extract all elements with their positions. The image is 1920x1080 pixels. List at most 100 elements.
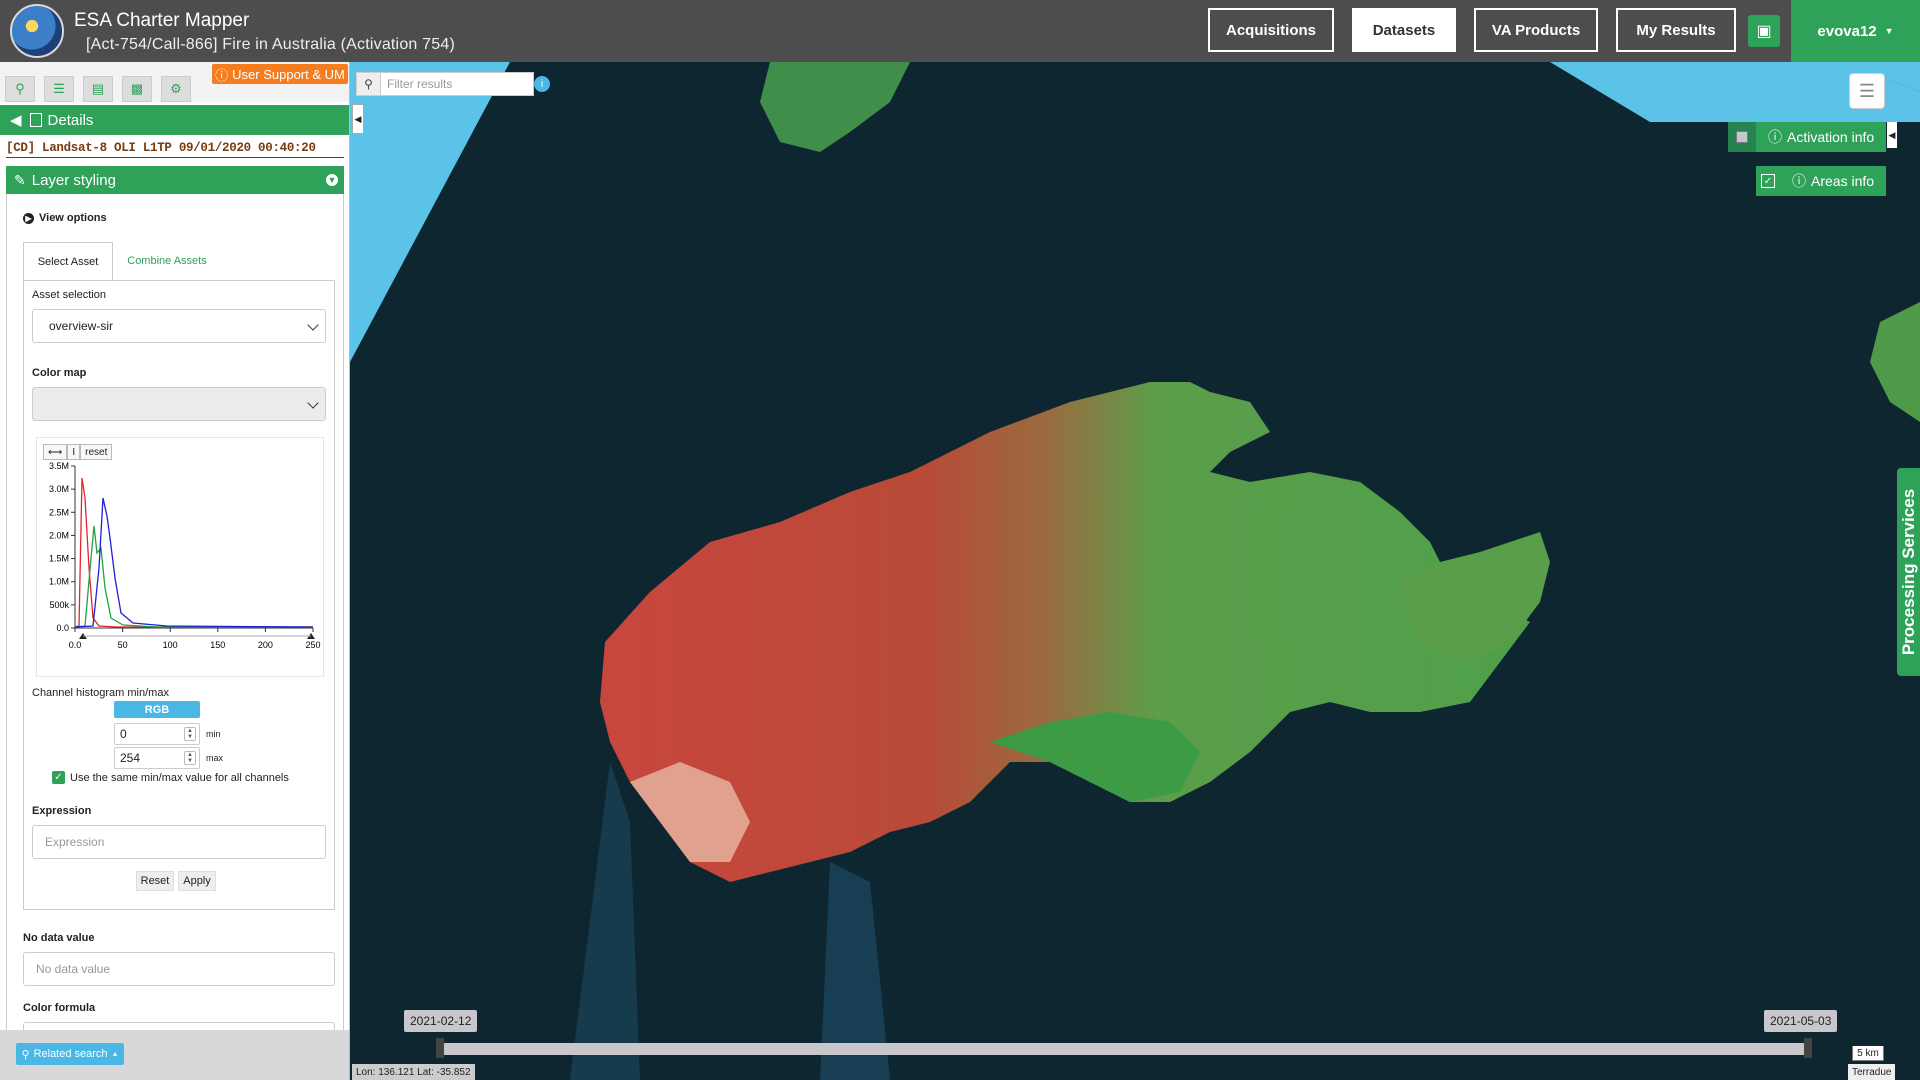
blue-channel-line [74,497,314,628]
min-label: min [206,729,221,739]
asset-selection-label: Asset selection [32,289,106,301]
checkmark-icon: ✓ [52,771,65,784]
info-icon: ⓘ [1768,129,1782,145]
reset-button[interactable]: Reset [136,871,174,891]
stepper-icon[interactable]: ▲ ▼ [184,751,196,765]
color-map-label: Color map [32,367,87,379]
tab-select-asset[interactable]: Select Asset [23,242,113,280]
color-map-select[interactable] [32,387,326,421]
x-tick-label: 250 [305,640,320,650]
info-icon: ⓘ [1792,173,1806,189]
user-name: evova12 [1817,22,1877,40]
no-data-input[interactable]: No data value [23,952,335,986]
app-title: ESA Charter Mapper [74,10,250,31]
search-icon: ⚲ [357,73,381,95]
tab-combine-assets[interactable]: Combine Assets [117,242,217,280]
cursor-coordinates: Lon: 136.121 Lat: -35.852 [352,1064,475,1080]
layer-styling-label: Layer styling [31,171,116,189]
activation-info-button[interactable]: ⓘ Activation info [1756,122,1887,152]
areas-info-label: Areas info [1811,173,1875,189]
channel-histogram-label: Channel histogram min/max [32,687,169,699]
red-channel-line [74,477,313,628]
time-end-label: 2021-05-03 [1764,1010,1838,1032]
stepper-icon[interactable]: ▲ ▼ [184,727,196,741]
max-value: 254 [120,751,141,765]
y-tick-label: 3.5M [49,461,69,471]
divider [6,157,344,158]
same-minmax-label: Use the same min/max value for all chann… [70,771,289,784]
processing-services-label: Processing Services [1898,488,1918,656]
satellite-image[interactable] [350,62,1920,1080]
histogram-plot: 3.5M 3.0M 2.5M 2.0M 1.5M 1.0M 500k 0.0 0.0 50 100… [49,461,321,650]
brush-icon: ✎ [14,171,26,188]
y-tick-label: 1.5M [49,554,69,564]
timeline-start-handle[interactable] [436,1038,444,1058]
back-arrow-icon[interactable]: ◀ [10,111,22,129]
panel-toolbar: ⚲ ☰ ▤ ▩ ⚙ ⓘ User Support & UM [0,62,349,102]
details-bar[interactable]: ◀ Details [0,105,349,135]
panel-footer: ⚲ Related search ▲ [0,1030,349,1080]
related-search-button[interactable]: ⚲ Related search ▲ [16,1043,124,1065]
areas-info-button[interactable]: ⓘ Areas info [1780,166,1887,196]
nav-datasets[interactable]: Datasets [1352,8,1456,52]
list-icon[interactable]: ☰ [44,76,74,102]
color-formula-label: Color formula [23,1002,96,1014]
y-tick-label: 2.5M [49,507,69,517]
layer-styling-header[interactable]: ✎ Layer styling ▼ [6,166,344,194]
y-tick-label: 1.0M [49,577,69,587]
esa-charter-logo[interactable] [10,4,64,58]
archive-icon[interactable]: ▩ [122,76,152,102]
rgb-channel-badge[interactable]: RGB [114,701,200,718]
expression-input[interactable]: Expression [32,825,326,859]
apply-button[interactable]: Apply [178,871,216,891]
activation-info-toggle[interactable]: ⓘ Activation info [1728,122,1887,152]
areas-info-checkbox[interactable]: ✓ [1756,166,1780,196]
x-tick-label: 150 [210,640,225,650]
y-tick-label: 3.0M [49,484,69,494]
view-options-toggle[interactable]: ▶ View options [23,212,107,224]
timeline-end-handle[interactable] [1804,1038,1812,1058]
select-asset-panel: Asset selection overview-sir Color map ⟷… [23,280,335,910]
dataset-title: [CD] Landsat-8 OLI L1TP 09/01/2020 00:40… [6,141,316,155]
view-options-label: View options [39,212,107,224]
min-value-input[interactable]: 0 ▲ ▼ [114,723,200,745]
user-support-label: User Support & UM [232,66,345,82]
search-icon[interactable]: ⚲ [5,76,35,102]
nav-my-results[interactable]: My Results [1616,8,1736,52]
y-tick-label: 0.0 [56,623,69,633]
filter-results-input[interactable]: ⚲ Filter results [356,72,534,96]
gear-icon[interactable]: ⚙ [161,76,191,102]
basket-icon[interactable]: ▤ [83,76,113,102]
areas-info-toggle[interactable]: ✓ ⓘ Areas info [1756,166,1887,196]
user-support-button[interactable]: ⓘ User Support & UM [212,64,348,84]
min-value: 0 [120,727,127,741]
top-bar: ESA Charter Mapper [Act-754/Call-866] Fi… [0,0,1920,62]
expression-label: Expression [32,805,92,817]
layers-icon[interactable]: ☰ [1849,73,1885,109]
chevron-down-icon [307,397,319,409]
timeline-slider[interactable] [440,1043,1808,1055]
user-menu[interactable]: evova12 ▼ [1791,0,1920,62]
asset-selection-value: overview-sir [49,319,114,333]
chevron-down-icon[interactable]: ▼ [326,174,338,186]
x-tick-label: 100 [163,640,178,650]
expand-right-handle[interactable]: ◀ [1887,122,1897,148]
histogram-chart: ⟷ I reset 3.5M 3.0M 2.5M 2.0M 1.5M 1.0M 500k 0.… [36,437,324,677]
filter-placeholder: Filter results [387,77,453,91]
left-panel: ⚲ ☰ ▤ ▩ ⚙ ⓘ User Support & UM ◀ Details … [0,62,350,1080]
activation-title: [Act-754/Call-866] Fire in Australia (Ac… [86,36,455,53]
max-value-input[interactable]: 254 ▲ ▼ [114,747,200,769]
processing-services-tab[interactable]: Processing Services [1897,468,1920,676]
map-attribution: Terradue [1848,1064,1896,1080]
nav-acquisitions[interactable]: Acquisitions [1208,8,1334,52]
map-view[interactable] [350,62,1920,1080]
search-icon: ⚲ [21,1048,30,1061]
collapse-panel-handle[interactable]: ◀ [352,104,364,134]
nav-va-products[interactable]: VA Products [1474,8,1598,52]
details-label: Details [47,111,94,129]
info-icon[interactable]: i [534,76,550,92]
asset-selection-select[interactable]: overview-sir [32,309,326,343]
activation-info-checkbox[interactable] [1728,122,1756,152]
briefcase-icon[interactable]: ▣ [1748,15,1780,47]
same-minmax-checkbox[interactable]: ✓ Use the same min/max value for all cha… [52,771,289,784]
